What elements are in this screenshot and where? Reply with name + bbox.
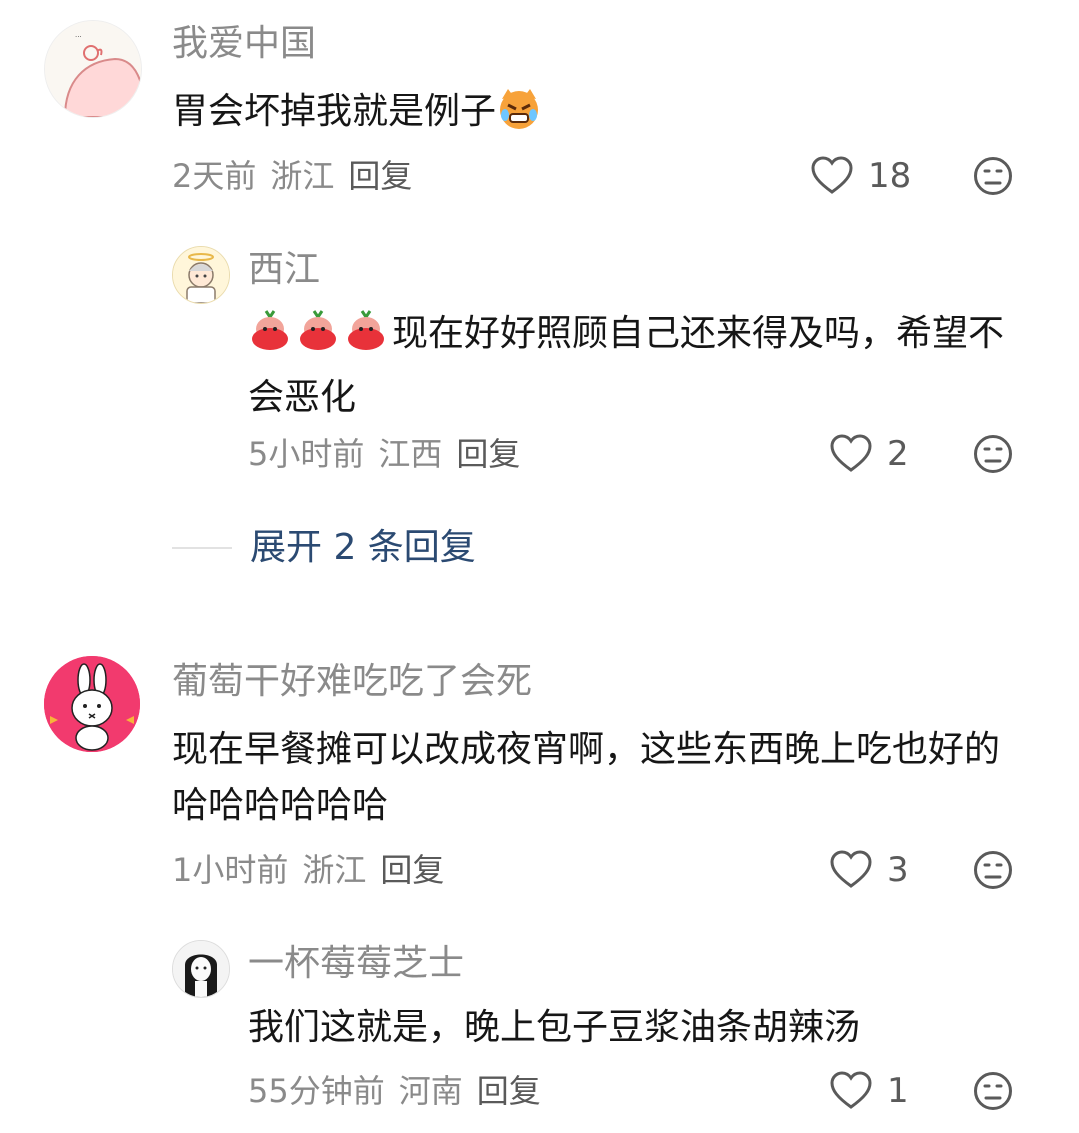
like-count: 18	[868, 156, 912, 196]
like-count: 3	[887, 850, 909, 890]
girl-portrait-icon	[173, 941, 229, 997]
like-button[interactable]: 3	[829, 850, 909, 890]
comment-time: 1小时前	[172, 851, 289, 889]
reply-text: 现在好好照顾自己还来得及吗，希望不会恶化	[248, 306, 1028, 426]
strawberry-emoji	[248, 309, 392, 370]
avatar[interactable]	[172, 940, 230, 998]
dislike-button[interactable]	[973, 434, 1013, 474]
reply-meta: 5小时前 江西 回复	[248, 434, 534, 474]
dislike-button[interactable]	[973, 1071, 1013, 1111]
unhappy-face-icon	[974, 157, 1012, 195]
comment-time: 2天前	[172, 157, 257, 195]
comment-meta: 2天前 浙江 回复	[172, 156, 426, 196]
reply-location: 江西	[378, 435, 443, 473]
heart-icon	[830, 434, 872, 472]
comment-text-body: 胃会坏掉我就是例子	[172, 91, 497, 132]
reply-meta: 55分钟前 河南 回复	[248, 1071, 555, 1111]
avatar[interactable]	[44, 656, 140, 752]
like-button[interactable]: 2	[829, 434, 909, 474]
comment-text: 胃会坏掉我就是例子	[172, 84, 542, 148]
unhappy-face-icon	[974, 851, 1012, 889]
reply-location: 河南	[398, 1072, 463, 1110]
comment-username[interactable]: 葡萄干好难吃吃了会死	[172, 660, 532, 704]
bunny-cartoon-icon	[44, 656, 140, 752]
unhappy-face-icon	[974, 435, 1012, 473]
avatar[interactable]	[172, 246, 230, 304]
like-button[interactable]: 1	[829, 1071, 909, 1111]
comment-username[interactable]: 我爱中国	[172, 22, 316, 66]
avatar[interactable]: ···	[44, 20, 142, 118]
expand-replies-label: 展开 2 条回复	[250, 527, 476, 568]
comment-meta: 1小时前 浙江 回复	[172, 850, 458, 890]
dislike-button[interactable]	[973, 156, 1013, 196]
reply-button[interactable]: 回复	[477, 1072, 541, 1110]
divider-line	[172, 547, 232, 549]
dislike-button[interactable]	[973, 850, 1013, 890]
pig-cartoon-icon: ···	[45, 21, 141, 117]
unhappy-face-icon	[974, 1072, 1012, 1110]
heart-icon	[830, 850, 872, 888]
comment-location: 浙江	[270, 157, 335, 195]
reply-time: 55分钟前	[248, 1072, 385, 1110]
svg-text:···: ···	[75, 33, 82, 41]
like-button[interactable]: 18	[810, 156, 911, 196]
reply-button[interactable]: 回复	[380, 851, 444, 889]
reply-username[interactable]: 西江	[248, 248, 320, 292]
comment-location: 浙江	[302, 851, 367, 889]
crying-cat-emoji	[496, 85, 542, 148]
reply-text: 我们这就是，晚上包子豆浆油条胡辣汤	[248, 1007, 861, 1048]
expand-replies-button[interactable]: 展开 2 条回复	[172, 526, 476, 570]
reply-button[interactable]: 回复	[348, 157, 412, 195]
reply-time: 5小时前	[248, 435, 365, 473]
heart-icon	[830, 1071, 872, 1109]
angel-character-icon	[173, 247, 229, 303]
heart-icon	[811, 156, 853, 194]
reply-username[interactable]: 一杯莓莓芝士	[248, 942, 464, 986]
like-count: 2	[887, 434, 909, 474]
reply-button[interactable]: 回复	[456, 435, 520, 473]
comment-text: 现在早餐摊可以改成夜宵啊，这些东西晚上吃也好的哈哈哈哈哈哈	[172, 729, 1001, 826]
like-count: 1	[887, 1071, 909, 1111]
